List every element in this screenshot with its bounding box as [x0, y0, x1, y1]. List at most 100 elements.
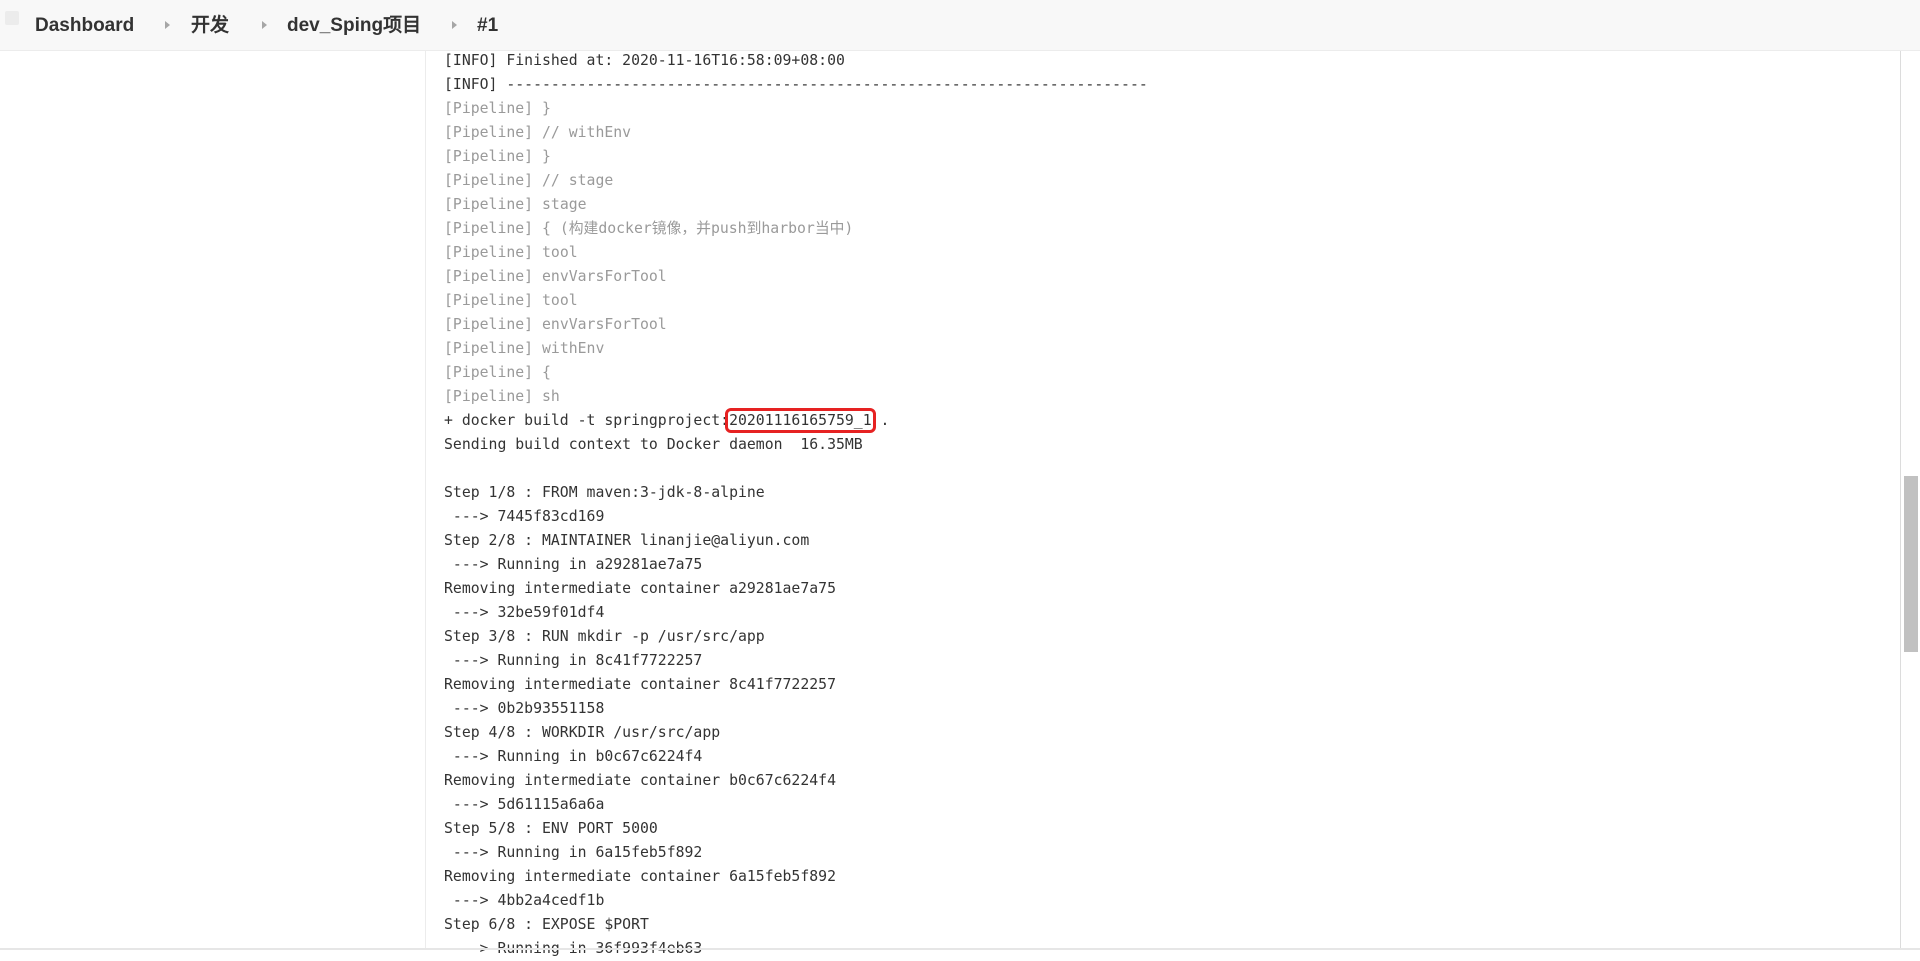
- pipeline-prefix: [Pipeline]: [444, 172, 534, 189]
- pipeline-prefix: [Pipeline]: [444, 124, 534, 141]
- console-text: Removing intermediate container 8c41f772…: [444, 676, 836, 693]
- pipeline-prefix: [Pipeline]: [444, 244, 534, 261]
- console-text: ---> 7445f83cd169: [444, 508, 605, 525]
- console-text: Sending build context to Docker daemon 1…: [444, 436, 863, 453]
- console-text: Removing intermediate container b0c67c62…: [444, 772, 836, 789]
- console-text: ---> Running in 6a15feb5f892: [444, 844, 703, 861]
- pipeline-step-text: // stage: [533, 172, 614, 189]
- console-line: [Pipeline] // withEnv: [444, 121, 1148, 145]
- console-line: [Pipeline] // stage: [444, 169, 1148, 193]
- breadcrumb-item-build[interactable]: #1: [477, 13, 498, 39]
- console-text: Step 2/8 : MAINTAINER linanjie@aliyun.co…: [444, 532, 810, 549]
- pipeline-prefix: [Pipeline]: [444, 100, 534, 117]
- console-line: [Pipeline] withEnv: [444, 337, 1148, 361]
- console-line: Step 5/8 : ENV PORT 5000: [444, 817, 1148, 841]
- console-line: Removing intermediate container b0c67c62…: [444, 769, 1148, 793]
- console-text: Removing intermediate container 6a15feb5…: [444, 868, 836, 885]
- console-line: Step 1/8 : FROM maven:3-jdk-8-alpine: [444, 481, 1148, 505]
- chevron-right-icon: [452, 21, 457, 29]
- console-text: Step 4/8 : WORKDIR /usr/src/app: [444, 724, 721, 741]
- pipeline-prefix: [Pipeline]: [444, 388, 534, 405]
- console-text: [INFO] ---------------------------------…: [444, 76, 1148, 93]
- console-line: [Pipeline] }: [444, 97, 1148, 121]
- pipeline-prefix: [Pipeline]: [444, 364, 534, 381]
- console-line: ---> 5d61115a6a6a: [444, 793, 1148, 817]
- highlighted-image-tag: 20201116165759_1: [725, 408, 876, 433]
- console-line: Step 4/8 : WORKDIR /usr/src/app: [444, 721, 1148, 745]
- pipeline-step-text: tool: [533, 292, 578, 309]
- console-line: [Pipeline] { (构建docker镜像，并push到harbor当中): [444, 217, 1148, 241]
- console-text: Step 3/8 : RUN mkdir -p /usr/src/app: [444, 628, 765, 645]
- console-line: Step 6/8 : EXPOSE $PORT: [444, 913, 1148, 937]
- console-line: Removing intermediate container 8c41f772…: [444, 673, 1148, 697]
- console-line: [Pipeline] stage: [444, 193, 1148, 217]
- console-line: [Pipeline] tool: [444, 289, 1148, 313]
- console-line: [Pipeline] sh: [444, 385, 1148, 409]
- console-text: Removing intermediate container a29281ae…: [444, 580, 836, 597]
- pipeline-step-text: stage: [533, 196, 587, 213]
- pipeline-step-text: {: [533, 364, 551, 381]
- console-text: + docker build -t springproject:: [444, 412, 730, 429]
- pipeline-step-text: // withEnv: [533, 124, 632, 141]
- pipeline-prefix: [Pipeline]: [444, 148, 534, 165]
- console-line: ---> Running in 8c41f7722257: [444, 649, 1148, 673]
- console-line: ---> Running in b0c67c6224f4: [444, 745, 1148, 769]
- sidebar-divider: [425, 51, 426, 950]
- console-line: Sending build context to Docker daemon 1…: [444, 433, 1148, 457]
- console-text-suffix: .: [871, 412, 890, 429]
- console-text: ---> 32be59f01df4: [444, 604, 605, 621]
- console-output: [INFO] Finished at: 2020-11-16T16:58:09+…: [444, 49, 1148, 961]
- console-text: Step 5/8 : ENV PORT 5000: [444, 820, 658, 837]
- console-text: ---> Running in b0c67c6224f4: [444, 748, 703, 765]
- console-line: [Pipeline] }: [444, 145, 1148, 169]
- console-line: ---> 32be59f01df4: [444, 601, 1148, 625]
- console-line: [Pipeline] tool: [444, 241, 1148, 265]
- pipeline-prefix: [Pipeline]: [444, 220, 534, 237]
- console-line: [Pipeline] envVarsForTool: [444, 313, 1148, 337]
- pipeline-prefix: [Pipeline]: [444, 340, 534, 357]
- console-line: + docker build -t springproject:20201116…: [444, 408, 1148, 433]
- pipeline-step-text: sh: [533, 388, 560, 405]
- pipeline-prefix: [Pipeline]: [444, 316, 534, 333]
- pipeline-prefix: [Pipeline]: [444, 196, 534, 213]
- console-line: [Pipeline] {: [444, 361, 1148, 385]
- console-line: ---> 0b2b93551158: [444, 697, 1148, 721]
- console-text: ---> 5d61115a6a6a: [444, 796, 605, 813]
- console-line: [INFO] ---------------------------------…: [444, 73, 1148, 97]
- pipeline-step-text: tool: [533, 244, 578, 261]
- console-line: ---> Running in 6a15feb5f892: [444, 841, 1148, 865]
- console-line: Removing intermediate container 6a15feb5…: [444, 865, 1148, 889]
- checkbox-icon: [5, 11, 19, 25]
- pipeline-step-text: envVarsForTool: [533, 316, 667, 333]
- console-line: ---> Running in a29281ae7a75: [444, 553, 1148, 577]
- breadcrumb: Dashboard 开发 dev_Sping项目 #1: [0, 0, 1920, 51]
- console-text: Step 1/8 : FROM maven:3-jdk-8-alpine: [444, 484, 765, 501]
- pipeline-step-text: envVarsForTool: [533, 268, 667, 285]
- breadcrumb-item-folder[interactable]: 开发: [191, 13, 229, 39]
- pipeline-step-text: }: [533, 100, 551, 117]
- page-right-border: [1900, 51, 1901, 950]
- scrollbar-thumb[interactable]: [1904, 476, 1918, 652]
- pipeline-step-text: withEnv: [533, 340, 605, 357]
- pipeline-prefix: [Pipeline]: [444, 268, 534, 285]
- breadcrumb-item-dashboard[interactable]: Dashboard: [35, 13, 134, 39]
- console-text: Step 6/8 : EXPOSE $PORT: [444, 916, 649, 933]
- console-text: ---> Running in 8c41f7722257: [444, 652, 703, 669]
- console-line: Removing intermediate container a29281ae…: [444, 577, 1148, 601]
- console-line: [Pipeline] envVarsForTool: [444, 265, 1148, 289]
- chevron-right-icon: [262, 21, 267, 29]
- chevron-right-icon: [165, 21, 170, 29]
- console-text: ---> 0b2b93551158: [444, 700, 605, 717]
- pipeline-prefix: [Pipeline]: [444, 292, 534, 309]
- pipeline-step-text: }: [533, 148, 551, 165]
- console-line: ---> 7445f83cd169: [444, 505, 1148, 529]
- console-line: Step 2/8 : MAINTAINER linanjie@aliyun.co…: [444, 529, 1148, 553]
- console-text: ---> Running in a29281ae7a75: [444, 556, 703, 573]
- pipeline-step-text: { (构建docker镜像，并push到harbor当中): [533, 220, 854, 237]
- console-line: Step 3/8 : RUN mkdir -p /usr/src/app: [444, 625, 1148, 649]
- console-line: [INFO] Finished at: 2020-11-16T16:58:09+…: [444, 49, 1148, 73]
- console-text: ---> 4bb2a4cedf1b: [444, 892, 605, 909]
- breadcrumb-item-job[interactable]: dev_Sping项目: [287, 13, 421, 39]
- console-text: [INFO] Finished at: 2020-11-16T16:58:09+…: [444, 52, 845, 69]
